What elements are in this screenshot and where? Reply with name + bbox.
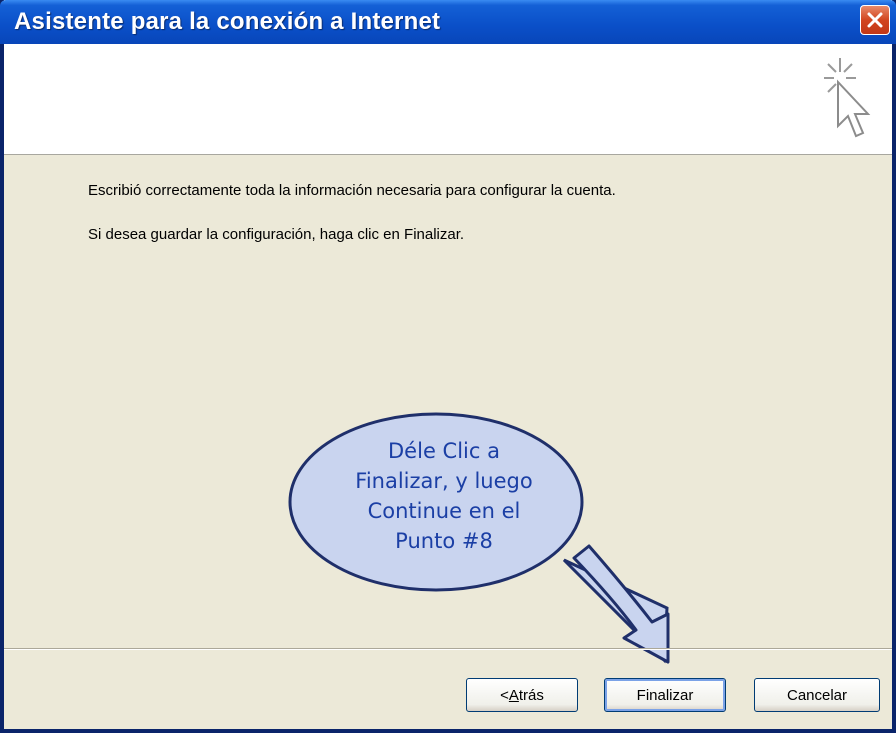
- callout-line-1: Déle Clic a: [388, 439, 500, 463]
- wizard-cursor-icon: [824, 58, 871, 138]
- finish-button-label: Finalizar: [636, 686, 694, 704]
- title-bar[interactable]: Asistente para la conexión a Internet: [0, 0, 896, 44]
- success-message: Escribió correctamente toda la informaci…: [88, 182, 616, 199]
- window-title: Asistente para la conexión a Internet: [14, 8, 441, 35]
- finish-button[interactable]: Finalizar: [604, 678, 726, 712]
- callout-line-2: Finalizar, y luego: [355, 469, 533, 493]
- wizard-header: [4, 44, 892, 155]
- callout-line-4: Punto #8: [395, 529, 493, 553]
- close-button[interactable]: [860, 5, 890, 35]
- close-icon: [867, 12, 883, 28]
- back-button[interactable]: < Atrás: [466, 678, 578, 712]
- callout-text: Déle Clic a Finalizar, y luego Continue …: [294, 436, 594, 556]
- callout-line-3: Continue en el: [367, 499, 521, 523]
- cancel-button[interactable]: Cancelar: [754, 678, 880, 712]
- save-instruction-message: Si desea guardar la configuración, haga …: [88, 226, 465, 243]
- back-button-prefix: <: [500, 686, 509, 704]
- button-separator: [4, 648, 892, 650]
- wizard-window: Asistente para la conexión a Internet Es…: [0, 0, 896, 733]
- back-button-accelerator: A: [508, 686, 519, 704]
- cancel-button-label: Cancelar: [786, 686, 848, 704]
- back-button-rest: trás: [518, 686, 544, 704]
